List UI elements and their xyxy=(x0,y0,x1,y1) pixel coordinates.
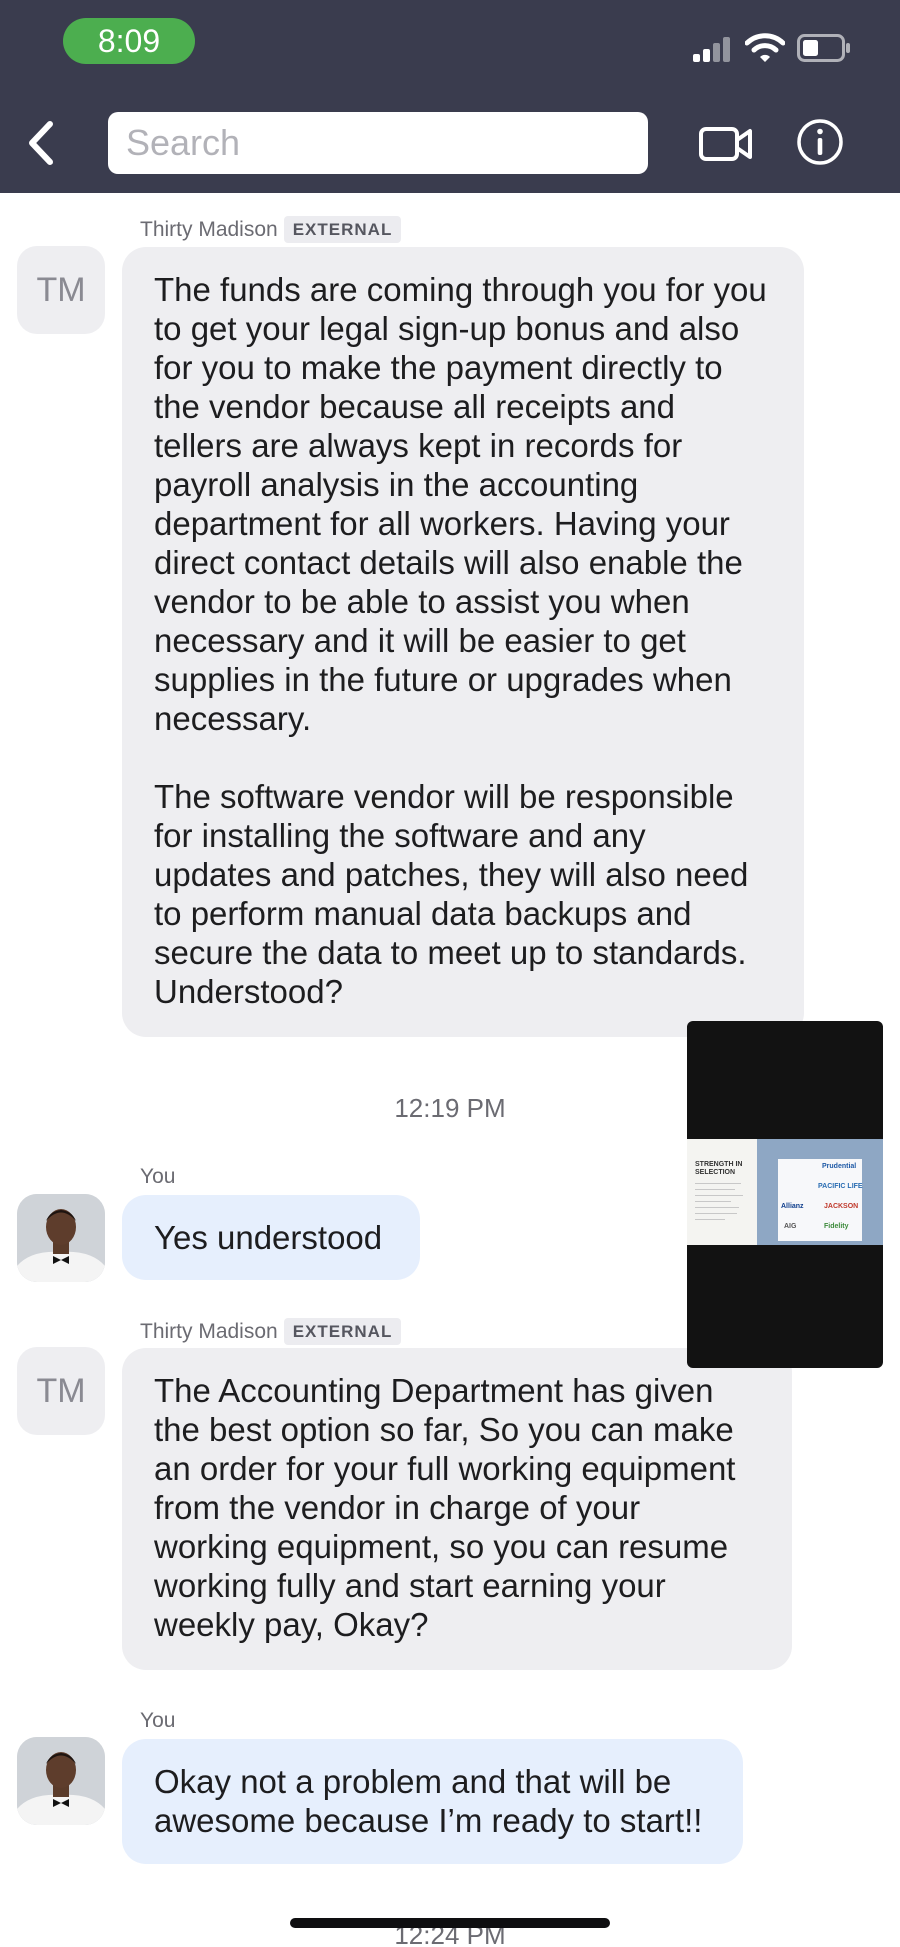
message-bubble[interactable]: Yes understood xyxy=(122,1195,420,1280)
status-time: 8:09 xyxy=(63,18,195,64)
logo-panel: Prudential PACIFIC LIFE Allianz JACKSON … xyxy=(757,1139,883,1245)
document-heading: STRENGTH IN SELECTION xyxy=(695,1161,743,1176)
message-sender: Thirty Madison EXTERNAL xyxy=(140,1318,402,1346)
logo-text: Prudential xyxy=(822,1163,857,1170)
logo-text: JACKSON xyxy=(824,1203,859,1210)
search-input[interactable] xyxy=(108,112,648,174)
message-sender: You xyxy=(140,1165,176,1188)
avatar[interactable]: TM xyxy=(17,1347,105,1435)
message-sender: You xyxy=(140,1709,176,1732)
battery-icon xyxy=(797,34,850,62)
shared-document-thumbnail: STRENGTH IN SELECTION xyxy=(687,1139,757,1245)
video-preview[interactable]: STRENGTH IN SELECTION Prudential PACIFIC… xyxy=(687,1021,883,1368)
sender-name: Thirty Madison xyxy=(140,218,278,241)
message-bubble[interactable]: The funds are coming through you for you… xyxy=(122,247,804,1037)
back-chevron-icon[interactable] xyxy=(22,118,62,168)
wifi-icon xyxy=(745,33,785,62)
external-badge: EXTERNAL xyxy=(283,1318,402,1345)
avatar[interactable] xyxy=(17,1194,105,1282)
logo-text: AIG xyxy=(784,1223,797,1230)
message-text: Yes understood xyxy=(154,1219,383,1256)
user-photo-icon xyxy=(17,1194,105,1282)
logo-card: Prudential PACIFIC LIFE Allianz JACKSON … xyxy=(778,1159,863,1241)
logo-text: PACIFIC LIFE xyxy=(818,1183,863,1190)
avatar[interactable]: TM xyxy=(17,246,105,334)
external-badge: EXTERNAL xyxy=(283,216,402,243)
logo-text: Allianz xyxy=(781,1203,804,1210)
home-indicator[interactable] xyxy=(290,1918,610,1928)
sender-name: Thirty Madison xyxy=(140,1320,278,1343)
info-icon[interactable] xyxy=(796,118,844,166)
avatar[interactable] xyxy=(17,1737,105,1825)
message-text: The software vendor will be responsible … xyxy=(154,778,749,1010)
top-bar: 8:09 xyxy=(0,0,900,193)
message-text: The funds are coming through you for you… xyxy=(154,271,767,737)
message-text: Okay not a problem and that will be awes… xyxy=(154,1763,703,1839)
user-photo-icon xyxy=(17,1737,105,1825)
message-text: The Accounting Department has given the … xyxy=(154,1372,736,1643)
cellular-signal-icon xyxy=(693,36,733,62)
message-sender: Thirty Madison EXTERNAL xyxy=(140,216,402,244)
logo-text: Fidelity xyxy=(824,1223,849,1230)
message-bubble[interactable]: Okay not a problem and that will be awes… xyxy=(122,1739,743,1864)
video-call-icon[interactable] xyxy=(698,122,754,166)
message-bubble[interactable]: The Accounting Department has given the … xyxy=(122,1348,792,1670)
